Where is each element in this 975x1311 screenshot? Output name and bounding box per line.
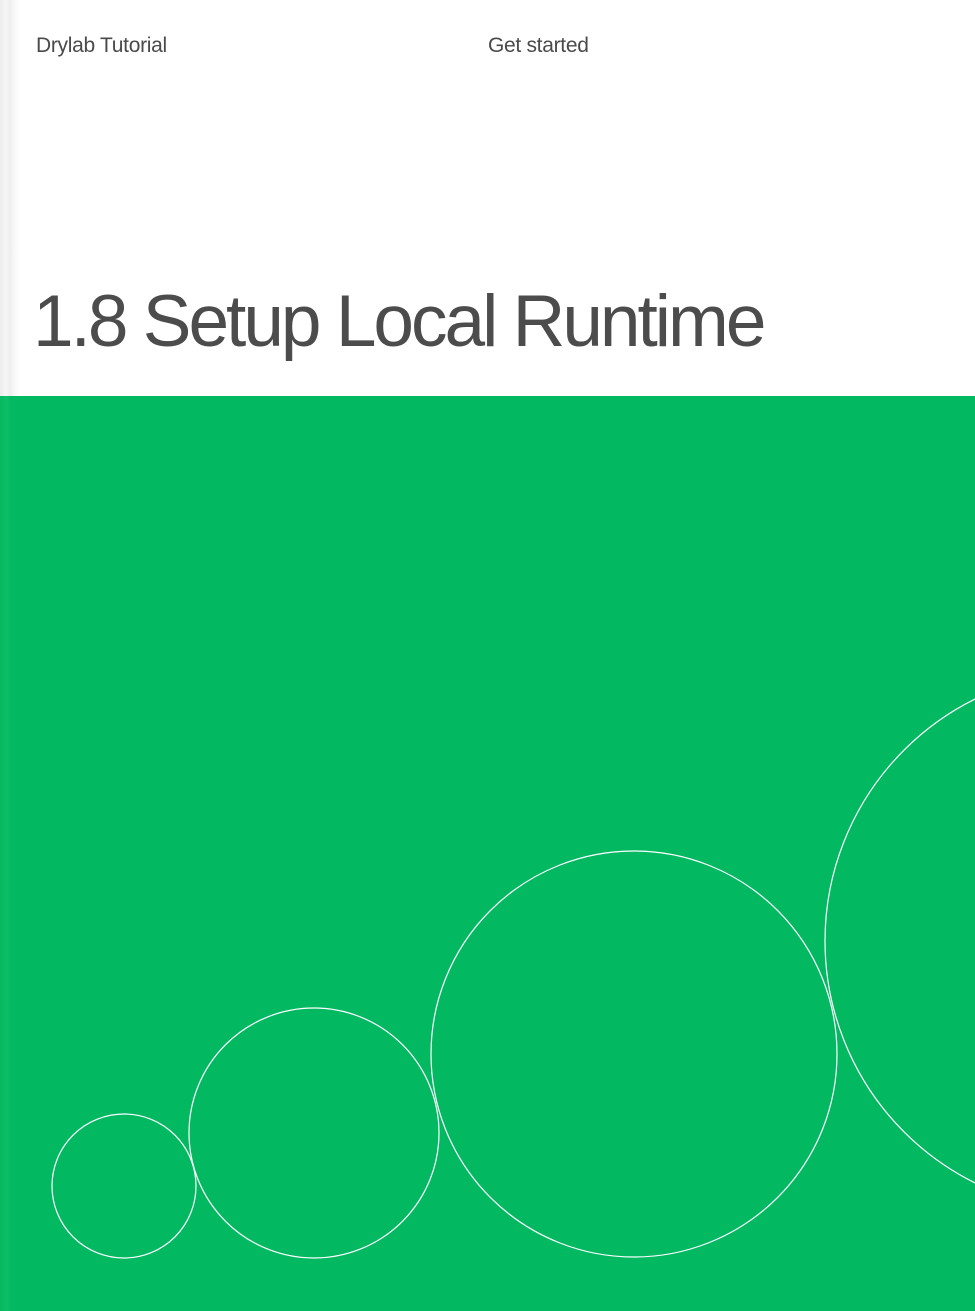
decorative-circles bbox=[51, 698, 975, 1259]
circle-large bbox=[430, 850, 838, 1258]
circle-medium bbox=[188, 1007, 440, 1259]
cover-page: Drylab Tutorial Get started 1.8 Setup Lo… bbox=[0, 0, 975, 1311]
circle-extra-large bbox=[824, 698, 975, 1184]
green-cover-panel bbox=[0, 396, 975, 1311]
section-label: Get started bbox=[488, 34, 589, 57]
circle-small bbox=[51, 1113, 197, 1259]
series-title: Drylab Tutorial bbox=[36, 34, 167, 57]
page-header: Drylab Tutorial Get started bbox=[36, 34, 975, 62]
page-title: 1.8 Setup Local Runtime bbox=[33, 281, 766, 362]
